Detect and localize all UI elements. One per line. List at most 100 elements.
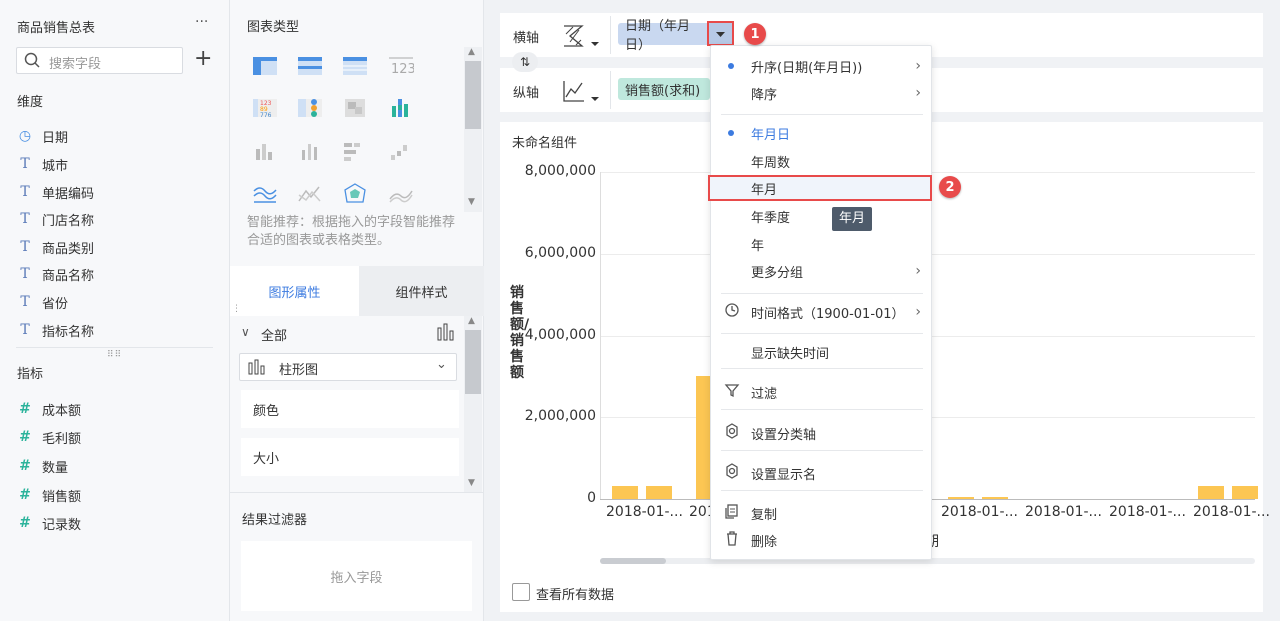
menu-item[interactable]: 复制 <box>711 500 933 526</box>
area-chart-icon[interactable] <box>252 183 278 205</box>
drag-handle-icon[interactable]: ⠿⠿ <box>107 350 122 360</box>
divider <box>16 347 213 348</box>
menu-item[interactable]: 显示缺失时间 <box>711 339 933 365</box>
cross-table-icon[interactable] <box>297 55 323 77</box>
hash-icon: # <box>19 401 31 417</box>
clock-icon: ◷ <box>18 128 32 144</box>
metric-field[interactable]: # 记录数 <box>16 513 81 533</box>
multi-bar-icon[interactable] <box>388 97 414 119</box>
dimension-label: 商品类别 <box>42 241 95 257</box>
filter-drop-zone[interactable]: 拖入字段 <box>241 541 472 611</box>
bar-chart-icon[interactable] <box>436 322 456 342</box>
menu-item[interactable]: 年 <box>711 231 933 257</box>
color-property[interactable]: 颜色 <box>241 390 459 428</box>
metric-field[interactable]: # 成本额 <box>16 399 81 419</box>
y-axis-line <box>600 172 601 499</box>
properties-scrollbar[interactable]: ▲ ▼ <box>464 316 482 492</box>
y-axis-type-icon[interactable] <box>561 77 601 105</box>
chart-bar[interactable] <box>612 485 638 499</box>
x-axis-type-icon[interactable] <box>561 22 601 50</box>
detail-table-icon[interactable] <box>342 55 368 77</box>
tab-graph-attributes[interactable]: 图形属性 <box>230 266 359 316</box>
all-label: 全部 <box>261 329 288 344</box>
menu-item-label: 复制 <box>751 507 778 523</box>
menu-item[interactable]: 更多分组 › <box>711 258 933 284</box>
drag-handle-icon[interactable]: ⋮ <box>232 304 241 314</box>
add-field-button[interactable]: + <box>194 46 212 72</box>
result-filter-header: 结果过滤器 <box>242 513 308 528</box>
chevron-right-icon: › <box>915 304 921 320</box>
y-tick-label: 4,000,000 <box>524 326 596 343</box>
menu-item[interactable]: 过滤 <box>711 379 933 405</box>
clock-icon <box>723 302 741 322</box>
menu-item[interactable]: 年季度 <box>711 203 933 229</box>
metric-field[interactable]: # 销售额 <box>16 485 81 505</box>
y-field-pill[interactable]: 销售额(求和) <box>618 78 710 100</box>
chart-bar[interactable] <box>1232 485 1258 499</box>
dimension-field[interactable]: ◷ 日期 <box>16 126 68 146</box>
menu-item[interactable]: 设置显示名 <box>711 460 933 486</box>
x-tick-label: 2018-01-... <box>941 504 1018 520</box>
dimension-label: 日期 <box>42 130 69 146</box>
text-type-icon: T <box>20 211 30 227</box>
heatmap-icon[interactable] <box>342 97 368 119</box>
metric-field[interactable]: # 数量 <box>16 456 68 476</box>
chart-bar[interactable] <box>982 497 1008 499</box>
chart-type-scrollbar[interactable]: ▲ ▼ <box>464 47 482 212</box>
menu-item-label: 年月日 <box>751 127 791 143</box>
column-chart-icon[interactable] <box>297 140 323 162</box>
text-type-icon: T <box>20 239 30 255</box>
chart-bar[interactable] <box>948 497 974 499</box>
dimension-field[interactable]: T 单据编码 <box>16 182 94 202</box>
trash-icon <box>723 530 741 550</box>
menu-item[interactable]: 升序(日期(年月日)) › <box>711 53 933 79</box>
waterfall-icon[interactable] <box>388 140 414 162</box>
menu-item[interactable]: 删除 <box>711 527 933 553</box>
view-all-checkbox[interactable] <box>512 583 530 601</box>
dimension-label: 城市 <box>42 158 69 174</box>
table-icon[interactable] <box>252 55 278 77</box>
heat-table-icon[interactable]: 123 89 776 <box>252 97 278 119</box>
kpi-icon[interactable]: 123 <box>388 55 416 77</box>
tab-component-style[interactable]: 组件样式 <box>359 266 484 316</box>
line-chart-icon[interactable] <box>297 183 323 205</box>
dimension-header: 维度 <box>17 95 44 110</box>
chart-type-header: 图表类型 <box>247 20 300 35</box>
size-property[interactable]: 大小 <box>241 438 459 476</box>
chart-bar[interactable] <box>646 485 672 499</box>
chart-bar[interactable] <box>1198 485 1224 499</box>
metric-field[interactable]: # 毛利额 <box>16 427 81 447</box>
chart-config-panel: 图表类型 123 123 89 776 ▲ ▼ 智能推荐：根据拖入的字段智能推荐合适的… <box>230 0 484 621</box>
range-area-icon[interactable] <box>388 183 414 205</box>
x-tick-label: 2018-01-... <box>1109 504 1186 520</box>
bar-chart-icon <box>248 359 268 375</box>
smart-hint: 智能推荐：根据拖入的字段智能推荐合适的图表或表格类型。 <box>247 215 456 248</box>
dimension-field[interactable]: T 城市 <box>16 154 68 174</box>
field-dropdown-button[interactable] <box>707 21 734 46</box>
menu-item[interactable]: 设置分类轴 <box>711 420 933 446</box>
menu-item[interactable]: 年月 <box>708 175 932 201</box>
menu-item[interactable]: 年月日 <box>711 120 933 146</box>
dimension-field[interactable]: T 省份 <box>16 292 68 312</box>
stacked-bar-icon[interactable] <box>342 140 368 162</box>
dimension-field[interactable]: T 指标名称 <box>16 320 94 340</box>
more-icon[interactable]: ··· <box>195 14 208 30</box>
dimension-field[interactable]: T 商品名称 <box>16 264 94 284</box>
dot-table-icon[interactable] <box>297 97 323 119</box>
search-input[interactable]: 搜索字段 <box>16 47 183 74</box>
dimension-label: 指标名称 <box>42 324 95 340</box>
chart-type-select[interactable]: 柱形图 ⌄ <box>239 353 457 381</box>
menu-item[interactable]: 年周数 <box>711 148 933 174</box>
menu-item-label: 年周数 <box>751 155 791 171</box>
chevron-down-icon[interactable]: ∨ <box>241 325 250 339</box>
bar-chart-icon[interactable] <box>252 140 278 162</box>
menu-item-label: 设置显示名 <box>751 467 817 483</box>
menu-item[interactable]: 时间格式（1900-01-01） › <box>711 299 933 325</box>
menu-item[interactable]: 降序 › <box>711 80 933 106</box>
dataset-title: 商品销售总表 <box>17 21 96 36</box>
dimension-field[interactable]: T 门店名称 <box>16 209 94 229</box>
swap-axes-icon[interactable]: ⇅ <box>512 52 538 72</box>
x-field-pill[interactable]: 日期（年月日） <box>618 19 710 53</box>
radar-chart-icon[interactable] <box>342 183 368 205</box>
dimension-field[interactable]: T 商品类别 <box>16 237 94 257</box>
